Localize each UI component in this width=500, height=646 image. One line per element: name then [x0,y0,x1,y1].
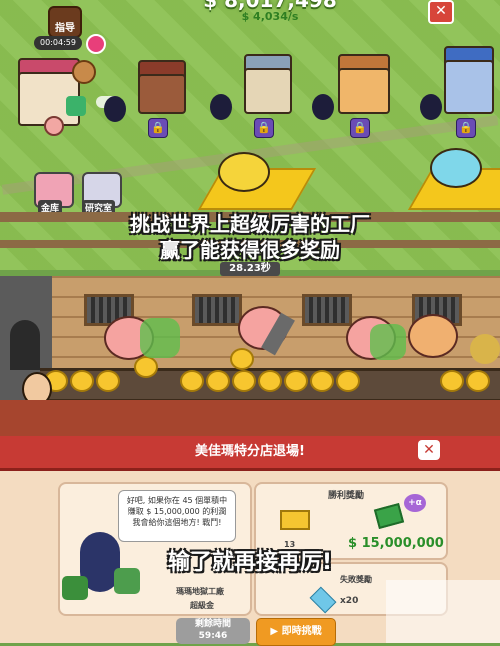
coin-icon [96,370,120,392]
coin-icon [466,370,490,392]
coin-icon [180,370,204,392]
lock-icon: 🔒 [254,118,274,138]
worker-avatar [66,96,86,116]
guide-button-label: 指导 [55,23,75,34]
locked-shop-3[interactable] [334,52,394,118]
castle-door [10,320,40,370]
city-map: $ 8,017,498 $ 4,034/s 指导 00:04:59 ✕ 🔒 🔒 … [0,0,500,270]
cash-pile-icon [140,318,180,358]
overlay-caption: 输了就再接再厉! [167,550,333,575]
shop-body [444,60,494,114]
gold-bar-icon [280,510,310,530]
income-rate: $ 4,034/s [241,10,299,23]
close-panel-button[interactable]: ✕ [418,440,440,460]
lock-icon: 🔒 [350,118,370,138]
remaining-time-value: 59:46 [198,631,228,641]
vent [302,294,352,326]
challenge-now-button[interactable]: ▶ 即時挑戰 [256,618,336,646]
shadow-figure [312,94,334,120]
locked-shop-4[interactable] [440,44,496,118]
remaining-time-label: 剩餘時間 [194,619,231,629]
caption-line-1: 挑战世界上超级厉害的工厂 [130,212,370,236]
speech-bubble: 好吧, 如果你在 45 個單積中賺取 $ 15,000,000 的利潤 我會給你… [118,490,236,542]
gold-piggy-bank-icon[interactable] [218,152,270,192]
factory-scene [0,276,500,436]
shop-body [338,68,390,114]
pig-face-icon [44,116,64,136]
diamond-count: x20 [340,596,359,606]
challenge-now-label: 即時挑戰 [281,626,322,637]
caption-line-2: 赢了能获得很多奖励 [160,238,340,262]
opponent-subtitle: 超級金 [190,601,214,610]
locked-shop-1[interactable] [132,58,192,118]
countdown-seconds: 28.23秒 [220,262,280,276]
cookie-icon [72,60,96,84]
watermark-overlay [386,580,500,643]
pig-worker [408,314,458,358]
coin-icon [440,370,464,392]
victory-reward-title: 勝利獎勵 [328,491,365,501]
shop-body [244,68,292,114]
money-bag-icon [62,576,88,600]
vent [192,294,242,326]
coin-icon [70,370,94,392]
coin-icon [230,348,254,370]
diamond-piggy-bank-icon[interactable] [430,148,482,188]
shadow-figure [104,96,126,122]
shop-body [138,74,186,114]
cash-pile-icon [370,324,406,360]
bonus-badge: +α [404,494,426,512]
coin-icon [310,370,334,392]
coin-icon [284,370,308,392]
lock-icon: 🔒 [148,118,168,138]
close-map-button[interactable]: ✕ [428,0,454,24]
coin-icon [206,370,230,392]
remaining-time-button[interactable]: 剩餘時間 59:46 [176,618,250,644]
coin-icon [336,370,360,392]
boost-icon[interactable] [86,34,106,54]
shadow-figure [420,94,442,120]
opponent-name: 瑪瑪地獄工廠 [176,587,224,596]
lock-icon: 🔒 [456,118,476,138]
coin-icon [134,356,158,378]
coin-icon [258,370,282,392]
timer-badge: 00:04:59 [34,36,82,50]
sack-icon [470,334,500,364]
locked-shop-2[interactable] [240,52,296,118]
coin-icon [232,370,256,392]
play-icon: ▶ [270,626,282,637]
guide-button[interactable]: 指导 [48,6,82,38]
shadow-figure [210,94,232,120]
factory-floor [0,400,500,436]
